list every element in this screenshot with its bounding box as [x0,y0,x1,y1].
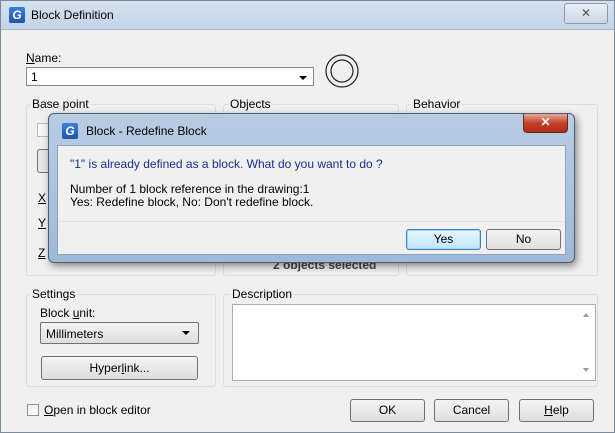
ok-button[interactable]: OK [350,399,425,422]
title-bar: G Block Definition ✕ [1,1,614,30]
block-unit-label: Block unit: [40,306,96,320]
dialog-body: "1" is already defined as a block. What … [57,145,566,255]
close-button[interactable]: ✕ [564,3,608,24]
window-title: Block Definition [31,8,114,22]
chevron-down-icon [299,76,307,80]
chevron-down-icon [182,331,190,335]
objects-title: Objects [228,97,273,111]
help-button[interactable]: Help [519,399,594,422]
open-in-editor-label: Open in block editor [44,403,151,417]
name-combobox[interactable]: 1 [26,67,314,86]
cancel-button[interactable]: Cancel [434,399,509,422]
no-button[interactable]: No [486,229,561,250]
dialog-title: Block - Redefine Block [86,124,207,138]
dialog-detail-line-2: Yes: Redefine block, No: Don't redefine … [70,195,314,209]
scroll-up-icon[interactable] [583,313,589,317]
block-unit-select[interactable]: Millimeters [40,322,199,344]
redefine-block-dialog: G Block - Redefine Block ✕ "1" is alread… [48,113,575,263]
dialog-close-button[interactable]: ✕ [523,114,568,133]
description-textarea[interactable] [232,304,596,381]
description-title: Description [230,287,295,301]
behavior-title: Behavior [411,97,463,111]
app-logo-icon: G [9,7,25,23]
y-label: Y [38,216,47,230]
yes-button[interactable]: Yes [406,229,481,250]
dialog-divider [58,221,565,222]
z-label: Z [38,246,46,260]
name-value: 1 [31,70,38,84]
x-label: X [38,191,47,205]
settings-title: Settings [30,287,78,301]
app-logo-icon: G [62,123,78,139]
open-in-editor-checkbox[interactable] [27,404,39,416]
scroll-down-icon[interactable] [583,368,589,372]
name-label: Name: [26,51,62,65]
block-unit-value: Millimeters [46,327,104,341]
block-preview-icon [325,54,359,88]
dialog-detail: Number of 1 block reference in the drawi… [70,183,313,209]
hyperlink-button[interactable]: Hyperlink... [41,356,198,380]
dialog-message: "1" is already defined as a block. What … [70,157,383,171]
base-point-title: Base point [30,97,91,111]
